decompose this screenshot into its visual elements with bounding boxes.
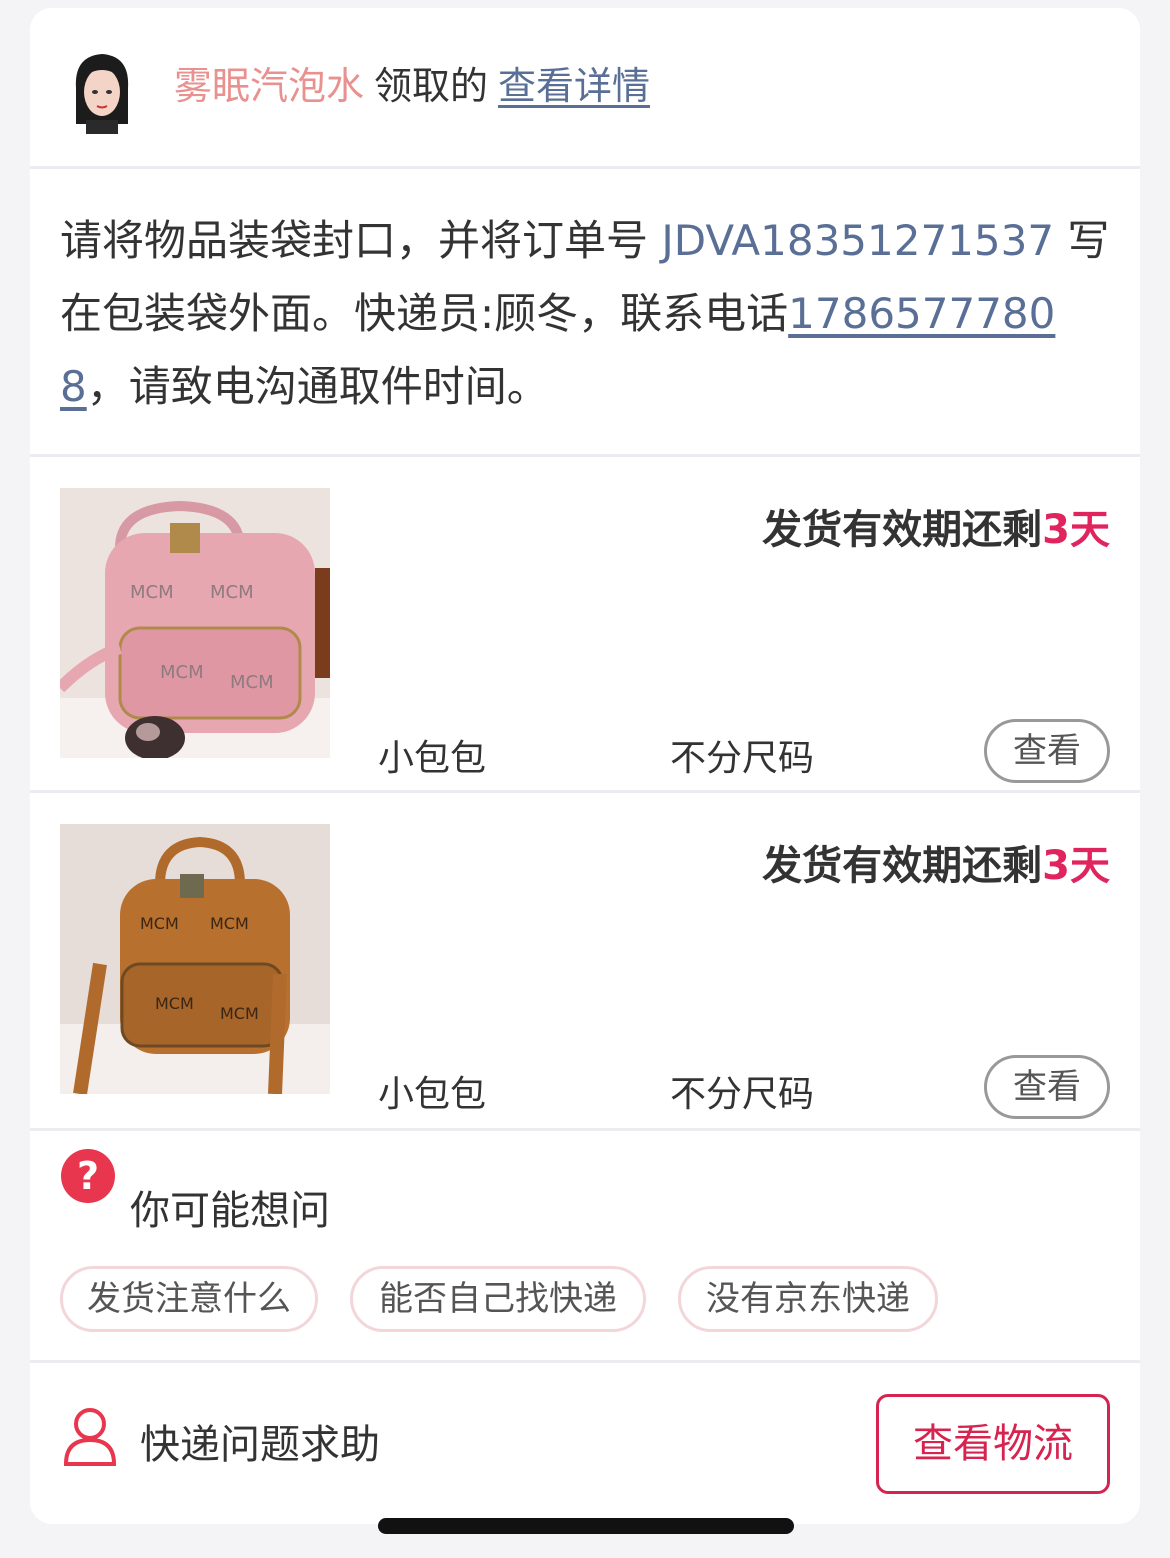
- order-number: JDVA18351271537: [661, 216, 1055, 265]
- item-thumbnail-brown-backpack[interactable]: MCM MCM MCM MCM: [60, 824, 330, 1094]
- faq-title: 你可能想问: [130, 1188, 330, 1234]
- item-size: 不分尺码: [670, 1074, 815, 1115]
- deadline-days: 3天: [1042, 843, 1110, 889]
- claimed-label: 领取的: [374, 64, 489, 108]
- claimer-nickname[interactable]: 雾眠汽泡水: [174, 64, 364, 108]
- deadline-label: 发货有效期还剩: [762, 843, 1043, 889]
- courier-help-link[interactable]: 快递问题求助: [140, 1412, 380, 1470]
- faq-chip-shipping-notes[interactable]: 发货注意什么: [60, 1266, 318, 1332]
- shipping-deadline: 发货有效期还剩3天: [762, 833, 1110, 891]
- item-size: 不分尺码: [670, 738, 815, 779]
- svg-text:MCM: MCM: [130, 582, 174, 603]
- view-item-button[interactable]: 查看: [984, 719, 1110, 783]
- home-indicator[interactable]: [378, 1518, 794, 1534]
- question-mark-icon: ?: [61, 1149, 115, 1203]
- shipping-deadline: 发货有效期还剩3天: [762, 497, 1110, 555]
- divider: [30, 166, 1140, 169]
- faq-chip-own-courier[interactable]: 能否自己找快递: [350, 1266, 646, 1332]
- svg-text:MCM: MCM: [210, 914, 249, 933]
- view-logistics-button[interactable]: 查看物流: [876, 1394, 1110, 1494]
- svg-text:MCM: MCM: [160, 662, 204, 683]
- svg-text:?: ?: [77, 1154, 99, 1198]
- person-icon: [63, 1408, 117, 1466]
- user-avatar[interactable]: [66, 48, 138, 134]
- svg-text:MCM: MCM: [155, 994, 194, 1013]
- svg-text:MCM: MCM: [210, 582, 254, 603]
- instruction-text-3: ，请致电沟通取件时间。: [86, 362, 549, 411]
- claim-line: 雾眠汽泡水 领取的 查看详情: [174, 56, 650, 116]
- item-name: 小包包: [378, 738, 487, 779]
- view-details-link[interactable]: 查看详情: [498, 64, 650, 108]
- deadline-days: 3天: [1042, 507, 1110, 553]
- view-item-button[interactable]: 查看: [984, 1055, 1110, 1119]
- divider: [30, 1128, 1140, 1131]
- item-row: MCM MCM MCM MCM 发货有效期还剩3天 小包包 不分尺码 查看: [30, 457, 1140, 790]
- claim-header: 雾眠汽泡水 领取的 查看详情: [30, 8, 1140, 166]
- svg-text:MCM: MCM: [140, 914, 179, 933]
- item-name: 小包包: [378, 1074, 487, 1115]
- order-card: 雾眠汽泡水 领取的 查看详情 请将物品装袋封口，并将订单号 JDVA18351271…: [30, 8, 1140, 1524]
- divider: [30, 1360, 1140, 1363]
- instruction-text-1: 请将物品装袋封口，并将订单号: [60, 216, 662, 265]
- svg-text:MCM: MCM: [230, 672, 274, 693]
- item-thumbnail-pink-backpack[interactable]: MCM MCM MCM MCM: [60, 488, 330, 758]
- item-row: MCM MCM MCM MCM 发货有效期还剩3天 小包包 不分尺码 查看: [30, 793, 1140, 1128]
- deadline-label: 发货有效期还剩: [762, 507, 1043, 553]
- packing-instruction: 请将物品装袋封口，并将订单号 JDVA18351271537 写在包装袋外面。快…: [60, 204, 1120, 423]
- svg-text:MCM: MCM: [220, 1004, 259, 1023]
- faq-chip-no-jd-express[interactable]: 没有京东快递: [678, 1266, 938, 1332]
